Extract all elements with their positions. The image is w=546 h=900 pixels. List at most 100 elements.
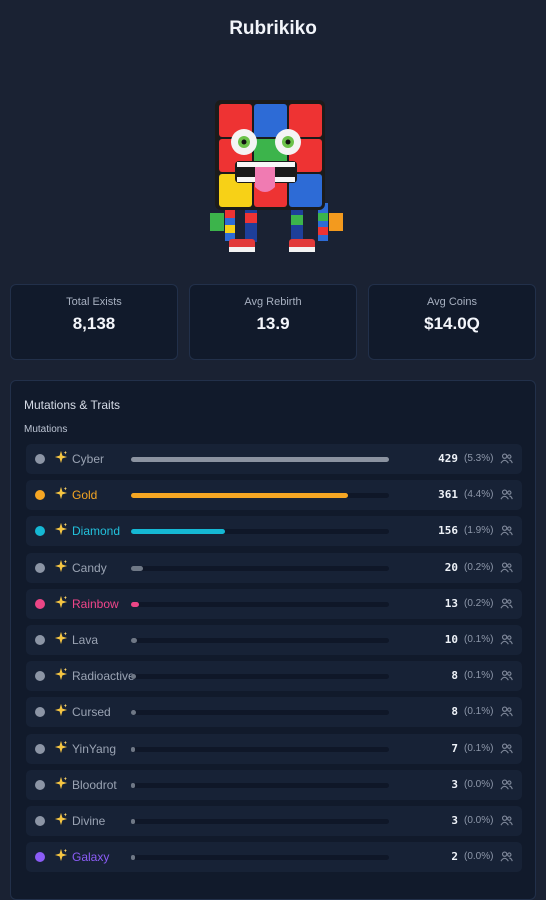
users-icon[interactable] <box>500 524 513 537</box>
mutation-row-diamond[interactable]: Diamond 156 (1.9%) <box>26 516 522 547</box>
mutation-bar-track <box>131 493 389 499</box>
mutation-color-dot <box>35 598 45 609</box>
users-icon[interactable] <box>500 452 513 465</box>
mutation-percent: (0.2%) <box>464 561 494 573</box>
mutation-count: 2 <box>451 850 458 864</box>
stat-avg-rebirth: Avg Rebirth 13.9 <box>189 284 357 360</box>
mutation-percent: (1.9%) <box>464 525 494 537</box>
stat-label: Total Exists <box>66 296 122 308</box>
sparkle-icon <box>54 450 68 466</box>
mutation-bar-fill <box>131 457 389 462</box>
mutation-bar-track <box>131 638 389 643</box>
mutation-name: Lava <box>72 633 99 647</box>
mutation-percent: (0.1%) <box>464 742 494 754</box>
stats-row: Total Exists 8,138 Avg Rebirth 13.9 Avg … <box>10 284 536 360</box>
mutation-row-divine[interactable]: Divine 3 (0.0%) <box>26 806 522 836</box>
mutation-color-dot <box>35 562 45 573</box>
stat-label: Avg Rebirth <box>244 296 302 308</box>
mutation-name: Candy <box>72 560 107 575</box>
mutation-name: YinYang <box>72 741 117 756</box>
mutation-name: Cursed <box>72 705 111 720</box>
mutation-count: 3 <box>451 814 458 827</box>
mutation-bar-fill <box>131 674 136 680</box>
mutation-color-dot <box>35 490 45 501</box>
mutation-row-gold[interactable]: Gold 361 (4.4%) <box>26 480 522 511</box>
mutation-bar-track <box>131 457 389 462</box>
mutation-name: Divine <box>72 814 106 828</box>
mutation-name: Gold <box>72 488 98 503</box>
stat-value: $14.0Q <box>424 314 480 333</box>
stat-value: 8,138 <box>72 314 116 333</box>
mutation-bar-track <box>131 529 389 535</box>
mutation-count: 8 <box>451 669 458 683</box>
mutation-color-dot <box>35 816 45 826</box>
sparkle-icon <box>54 848 68 864</box>
mutation-bar-fill <box>131 710 136 716</box>
mutation-name: Bloodrot <box>72 777 117 792</box>
mutation-row-cursed[interactable]: Cursed 8 (0.1%) <box>26 697 522 728</box>
users-icon[interactable] <box>500 850 513 863</box>
users-icon[interactable] <box>500 561 513 574</box>
stat-label: Avg Coins <box>427 296 477 308</box>
stat-total-exists: Total Exists 8,138 <box>10 284 178 360</box>
mutation-count: 361 <box>438 488 458 502</box>
mutation-color-dot <box>35 779 45 790</box>
mutation-bar-track <box>131 782 389 788</box>
mutation-count: 20 <box>444 560 458 574</box>
mutation-bar-fill <box>131 746 135 752</box>
mutation-bar-track <box>131 746 389 752</box>
sparkle-icon <box>54 595 68 611</box>
mutation-name: Cyber <box>72 452 105 466</box>
mutation-color-dot <box>35 526 45 537</box>
mutation-bar-track <box>131 819 389 824</box>
sparkle-icon <box>54 667 68 683</box>
mutation-bar-track <box>131 855 389 861</box>
mutation-count: 10 <box>444 633 458 646</box>
sparkle-icon <box>54 812 68 828</box>
mutation-color-dot <box>35 635 45 645</box>
sparkle-icon <box>54 631 68 647</box>
mutation-row-radioactive[interactable]: Radioactive 8 (0.1%) <box>26 661 522 692</box>
mutation-bar-fill <box>131 565 143 571</box>
users-icon[interactable] <box>500 669 513 682</box>
users-icon[interactable] <box>500 742 513 755</box>
mutation-bar-fill <box>131 782 135 788</box>
mutation-row-rainbow[interactable]: Rainbow 13 (0.2%) <box>26 588 522 619</box>
mutation-bar-fill <box>131 819 135 824</box>
sparkle-icon <box>54 522 68 538</box>
users-icon[interactable] <box>500 814 513 827</box>
mutation-count: 156 <box>438 524 458 538</box>
mutation-row-yinyang[interactable]: YinYang 7 (0.1%) <box>26 733 522 764</box>
mutation-percent: (0.0%) <box>464 815 494 826</box>
users-icon[interactable] <box>500 597 513 610</box>
mutation-row-candy[interactable]: Candy 20 (0.2%) <box>26 552 522 583</box>
mutation-color-dot <box>35 707 45 718</box>
mutation-row-lava[interactable]: Lava 10 (0.1%) <box>26 625 522 655</box>
mutation-bar-track <box>131 565 389 571</box>
sparkle-icon <box>54 486 68 502</box>
mutation-row-cyber[interactable]: Cyber 429 (5.3%) <box>26 444 522 474</box>
mutation-percent: (0.1%) <box>464 634 494 645</box>
users-icon[interactable] <box>500 488 513 501</box>
mutation-count: 3 <box>451 777 458 791</box>
page-title: Rubrikiko <box>229 18 317 39</box>
users-icon[interactable] <box>500 778 513 791</box>
mutation-row-bloodrot[interactable]: Bloodrot 3 (0.0%) <box>26 769 522 800</box>
users-icon[interactable] <box>500 633 513 646</box>
sparkle-icon <box>54 776 68 792</box>
sparkle-icon <box>54 703 68 719</box>
mutation-percent: (0.0%) <box>464 778 494 790</box>
mutation-bar-fill <box>131 638 137 643</box>
mutation-percent: (5.3%) <box>464 453 494 464</box>
mutation-bar-track <box>131 601 389 607</box>
mutation-name: Radioactive <box>72 669 135 684</box>
panel-title: Mutations & Traits <box>24 398 121 412</box>
mutation-percent: (0.1%) <box>464 670 494 682</box>
mutation-bar-fill <box>131 601 139 607</box>
mutation-bar-fill <box>131 529 225 535</box>
mutation-percent: (4.4%) <box>464 489 494 501</box>
mutation-count: 429 <box>438 452 458 465</box>
mutation-row-galaxy[interactable]: Galaxy 2 (0.0%) <box>26 842 522 873</box>
users-icon[interactable] <box>500 705 513 718</box>
mutation-bar-track <box>131 710 389 716</box>
